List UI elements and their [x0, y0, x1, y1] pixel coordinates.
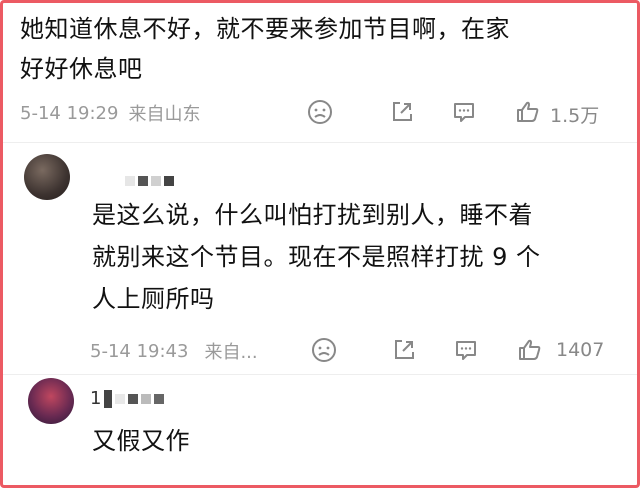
comment-1-line-2: 好好休息吧 [20, 55, 143, 83]
avatar[interactable] [28, 378, 74, 424]
divider-2 [3, 374, 637, 375]
comment-2-meta: 5-14 19:43 来自... [90, 338, 258, 364]
avatar[interactable] [24, 154, 70, 200]
thumbs-up-icon[interactable] [516, 336, 544, 364]
sad-face-icon[interactable] [310, 336, 338, 364]
comment-3-line-1: 又假又作 [92, 427, 190, 455]
sad-face-icon[interactable] [306, 98, 334, 126]
thumbs-up-icon[interactable] [514, 98, 542, 126]
comment-2-time: 5-14 19:43 [90, 340, 189, 362]
comment-2-line-3: 人上厕所吗 [92, 285, 215, 313]
comment-icon[interactable] [452, 336, 480, 364]
comment-1-line-1: 她知道休息不好，就不要来参加节目啊，在家 [20, 15, 510, 43]
comment-2-line-1: 是这么说，什么叫怕打扰到别人，睡不着 [92, 201, 533, 229]
comment-1-meta: 5-14 19:29 来自山东 [20, 100, 200, 126]
share-icon[interactable] [388, 98, 416, 126]
comment-1-like-count: 1.5万 [550, 105, 600, 127]
comment-1-location: 来自山东 [128, 104, 201, 125]
comment-1-time: 5-14 19:29 [20, 102, 119, 124]
share-icon[interactable] [390, 336, 418, 364]
comment-icon[interactable] [450, 98, 478, 126]
comment-2-like-count: 1407 [556, 339, 605, 361]
username-blurred[interactable]: 1 [90, 388, 165, 409]
comment-2-line-2: 就别来这个节目。现在不是照样打扰 9 个 [92, 243, 541, 271]
username-prefix: 1 [90, 388, 102, 409]
comment-2-location: 来自... [204, 342, 258, 363]
divider-1 [3, 142, 637, 143]
username-blurred[interactable] [118, 176, 174, 186]
